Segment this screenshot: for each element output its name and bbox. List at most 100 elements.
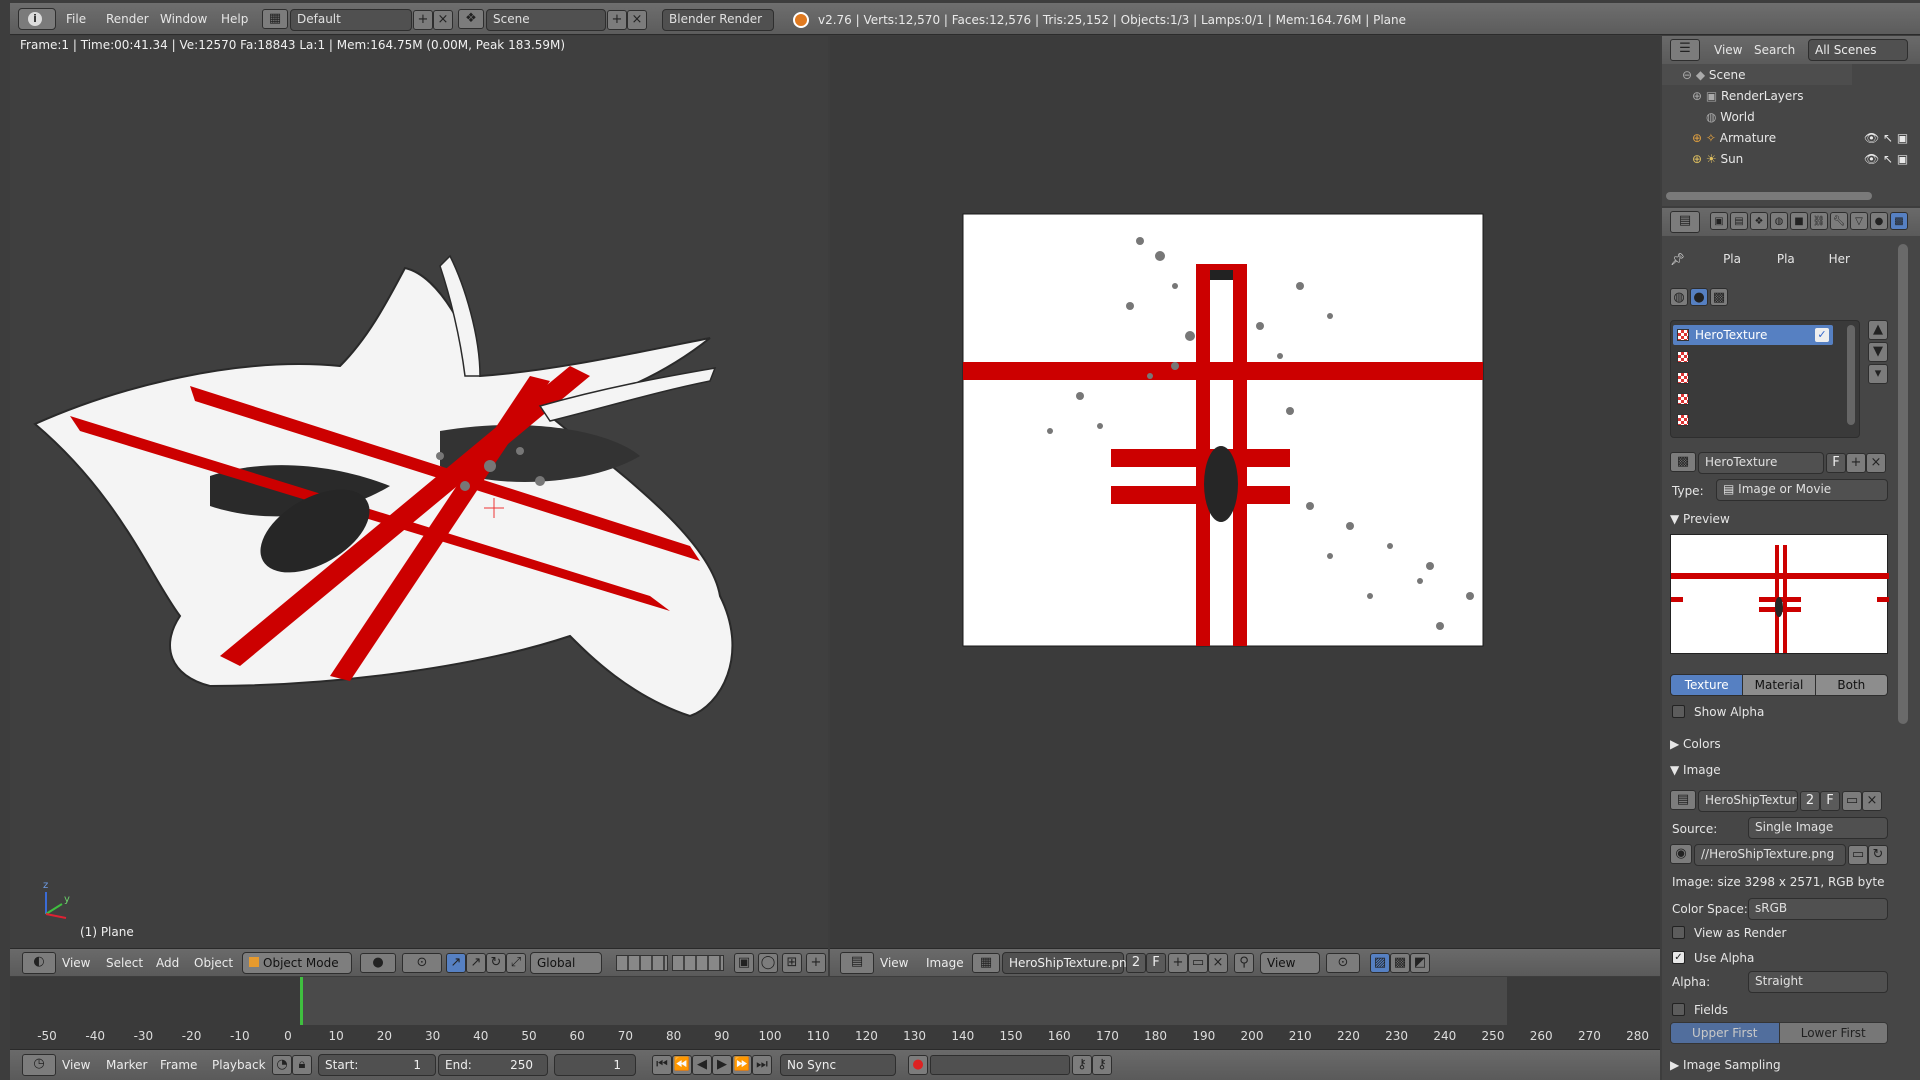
preview-panel-header[interactable]: ▼ Preview	[1670, 512, 1900, 526]
outliner-filter-select[interactable]: All Scenes	[1808, 39, 1908, 61]
menu-playback[interactable]: Playback	[212, 1058, 266, 1072]
move-slot-down-icon[interactable]: ▼	[1868, 342, 1888, 362]
record-icon[interactable]: ●	[908, 1055, 928, 1075]
constraints-tab-icon[interactable]: ⛓	[1810, 212, 1828, 230]
menu-help[interactable]: Help	[221, 12, 248, 26]
preview-tab-material[interactable]: Material	[1743, 675, 1816, 695]
snap-target-icon[interactable]: +	[806, 953, 826, 973]
remove-scene-icon[interactable]: ×	[627, 10, 647, 30]
slot-specials-icon[interactable]: ▾	[1868, 364, 1888, 384]
open-image-icon[interactable]: ▭	[1188, 953, 1208, 973]
menu-marker[interactable]: Marker	[106, 1058, 147, 1072]
outliner-armature[interactable]: ⊕ ✧ Armature	[1692, 131, 1776, 145]
render-tab-icon[interactable]: ▣	[1710, 212, 1728, 230]
delete-keyframe-icon[interactable]: ⚷	[1092, 1055, 1112, 1075]
data-tab-icon[interactable]: ▽	[1850, 212, 1868, 230]
editor-type-3d-icon[interactable]: ◐	[22, 952, 56, 974]
breadcrumb-texture[interactable]: Her	[1829, 252, 1850, 266]
colors-panel-header[interactable]: ▶ Colors	[1670, 737, 1900, 751]
pin-icon[interactable]: 📌︎	[1670, 252, 1685, 266]
pivot-image-icon[interactable]: ⊙	[1326, 953, 1360, 973]
material-tab-icon[interactable]: ●	[1870, 212, 1888, 230]
lock-camera-icon[interactable]: ▣	[734, 953, 754, 973]
editor-type-timeline-icon[interactable]: ◷	[22, 1054, 56, 1076]
rotate-icon[interactable]: ↻	[486, 953, 506, 973]
editor-type-outliner-icon[interactable]: ☰	[1670, 39, 1700, 61]
display-zbuffer-icon[interactable]: ◩	[1410, 953, 1430, 973]
remove-layout-icon[interactable]: ×	[433, 10, 453, 30]
outliner-renderlayers[interactable]: ⊕ ▣ RenderLayers	[1692, 89, 1803, 103]
render-engine-select[interactable]: Blender Render	[662, 9, 774, 31]
new-image-icon[interactable]: +	[1168, 953, 1188, 973]
preview-range-icon[interactable]: ◔	[272, 1055, 292, 1075]
menu-window[interactable]: Window	[160, 12, 207, 26]
display-alpha-icon[interactable]: ▩	[1390, 953, 1410, 973]
outliner-scrollbar[interactable]	[1666, 192, 1872, 200]
outliner-sun[interactable]: ⊕ ☀ Sun	[1692, 152, 1743, 166]
outliner-menu-search[interactable]: Search	[1754, 43, 1795, 57]
empty-slot-icon[interactable]	[1677, 351, 1689, 363]
add-layout-icon[interactable]: +	[413, 10, 433, 30]
texture-fake-user[interactable]: F	[1826, 453, 1846, 473]
move-slot-up-icon[interactable]: ▲	[1868, 320, 1888, 340]
outliner-menu-view[interactable]: View	[1714, 43, 1742, 57]
texture-new-icon[interactable]: +	[1846, 453, 1866, 473]
material-texture-icon[interactable]: ●	[1690, 288, 1708, 306]
image-datablock-field[interactable]: HeroShipTexture...	[1698, 790, 1798, 812]
snap-icon[interactable]: ⊞	[782, 953, 802, 973]
scene-field[interactable]: Scene	[486, 9, 606, 31]
proportional-edit-icon[interactable]: ◯	[758, 953, 778, 973]
other-texture-icon[interactable]: ▩	[1710, 288, 1728, 306]
jump-keyframe-back-icon[interactable]: ⏪	[672, 1055, 692, 1075]
menu-view-3d[interactable]: View	[62, 956, 90, 970]
world-texture-icon[interactable]: ◍	[1670, 288, 1688, 306]
texture-slot-active[interactable]: HeroTexture ✓	[1673, 325, 1833, 345]
fake-user-button[interactable]: F	[1146, 953, 1166, 973]
breadcrumb-material[interactable]: Pla	[1777, 252, 1795, 266]
menu-view-timeline[interactable]: View	[62, 1058, 90, 1072]
texture-tab-icon[interactable]: ▩	[1890, 212, 1908, 230]
mode-select[interactable]: Object Mode	[242, 952, 352, 974]
manipulator-icon[interactable]: ↗	[446, 953, 466, 973]
source-select[interactable]: Single Image	[1748, 817, 1888, 839]
filebrowser-icon[interactable]: ▭	[1848, 845, 1868, 865]
slot-enabled-checkbox[interactable]: ✓	[1815, 328, 1829, 342]
lower-first-button[interactable]: Lower First	[1779, 1023, 1887, 1043]
jump-keyframe-forward-icon[interactable]: ⏩	[732, 1055, 752, 1075]
layers-grid-b[interactable]	[672, 955, 724, 971]
scale-icon[interactable]: ⤢	[506, 953, 526, 973]
empty-slot-icon[interactable]	[1677, 393, 1689, 405]
screen-layout-icon[interactable]: ▦	[262, 9, 288, 29]
texture-unlink-icon[interactable]: ×	[1866, 453, 1886, 473]
armature-visibility-icon[interactable]: 👁︎ ↖ ▣	[1864, 131, 1908, 145]
scene-icon[interactable]: ❖	[458, 9, 484, 29]
pivot-point-icon[interactable]: ⊙	[402, 953, 442, 973]
jump-start-icon[interactable]: ⏮	[652, 1055, 672, 1075]
scene-tab-icon[interactable]: ❖	[1750, 212, 1768, 230]
unlink-image-icon[interactable]: ×	[1208, 953, 1228, 973]
show-alpha-checkbox[interactable]	[1672, 705, 1685, 718]
menu-image[interactable]: Image	[926, 956, 964, 970]
translate-icon[interactable]: ↗	[466, 953, 486, 973]
outliner-world[interactable]: ◍ World	[1706, 110, 1755, 124]
preview-tab-both[interactable]: Both	[1815, 675, 1887, 695]
world-tab-icon[interactable]: ◍	[1770, 212, 1788, 230]
start-frame-field[interactable]: Start: 1	[318, 1054, 436, 1076]
texture-name-field[interactable]: HeroTexture	[1698, 452, 1824, 474]
use-alpha-checkbox[interactable]: ✓	[1672, 951, 1685, 964]
end-frame-field[interactable]: End: 250	[438, 1054, 548, 1076]
editor-type-image-icon[interactable]: ▤	[840, 952, 874, 974]
display-rgb-icon[interactable]: ▨	[1370, 953, 1390, 973]
editor-type-properties-icon[interactable]: ▤	[1670, 211, 1700, 233]
jump-end-icon[interactable]: ⏭	[752, 1055, 772, 1075]
insert-keyframe-icon[interactable]: ⚷	[1072, 1055, 1092, 1075]
modifiers-tab-icon[interactable]: 🔧︎	[1830, 212, 1848, 230]
editor-type-button[interactable]: i	[18, 8, 56, 30]
image-browse-icon-props[interactable]: ▤	[1670, 790, 1696, 810]
upper-first-button[interactable]: Upper First	[1671, 1023, 1780, 1043]
pin-image-icon[interactable]: ⚲	[1234, 953, 1254, 973]
orientation-select[interactable]: Global	[530, 952, 602, 974]
play-reverse-icon[interactable]: ◀	[692, 1055, 712, 1075]
image-fake-user[interactable]: F	[1820, 791, 1840, 811]
timeline-area[interactable]: -50 -40 -30 -20 -10 0 10 20 30 40 50 60 70 80 90 100 110…	[10, 977, 1660, 1049]
